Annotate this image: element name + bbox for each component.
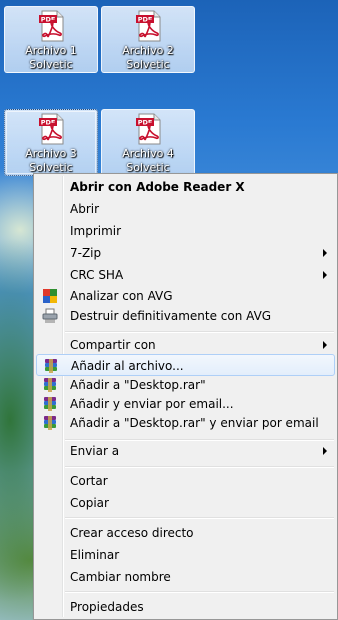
menu-item-label: Enviar a: [70, 444, 120, 458]
menu-item-label: Propiedades: [70, 600, 144, 614]
menu-item-label: Añadir al archivo...: [71, 359, 184, 373]
icon-label-line1: Archivo 3: [25, 147, 77, 160]
icon-label-line1: Archivo 1: [25, 44, 77, 57]
desktop-icon-archivo-4[interactable]: PDF Archivo 4 Solvetic: [101, 109, 195, 176]
avg-scan-icon: [42, 288, 58, 304]
menu-item-rename[interactable]: Cambiar nombre: [36, 566, 335, 588]
submenu-arrow-icon: [323, 249, 327, 257]
menu-item-label: Imprimir: [70, 224, 122, 238]
menu-item-open[interactable]: Abrir: [36, 198, 335, 220]
winrar-icon: [42, 396, 58, 412]
menu-item-delete[interactable]: Eliminar: [36, 544, 335, 566]
menu-item-label: Copiar: [70, 496, 109, 510]
pdf-file-icon: PDF: [36, 113, 68, 145]
icon-label-line1: Archivo 2: [122, 44, 174, 57]
menu-item-label: Añadir a "Desktop.rar" y enviar por emai…: [70, 416, 319, 430]
menu-separator: [65, 466, 334, 468]
submenu-arrow-icon: [323, 271, 327, 279]
submenu-arrow-icon: [323, 447, 327, 455]
menu-item-label: Crear acceso directo: [70, 526, 194, 540]
menu-item-properties[interactable]: Propiedades: [36, 596, 335, 618]
menu-separator: [65, 591, 334, 593]
menu-item-label: Cambiar nombre: [70, 570, 171, 584]
menu-item-label: Cortar: [70, 474, 108, 488]
menu-item-create-shortcut[interactable]: Crear acceso directo: [36, 522, 335, 544]
menu-item-7zip[interactable]: 7-Zip: [36, 242, 335, 264]
menu-item-label: Analizar con AVG: [70, 289, 173, 303]
desktop-icon-archivo-3[interactable]: PDF Archivo 3 Solvetic: [4, 109, 98, 176]
desktop-icon-archivo-2[interactable]: PDF Archivo 2 Solvetic: [101, 6, 195, 73]
menu-separator: [65, 331, 334, 333]
menu-item-label: Abrir con Adobe Reader X: [70, 180, 245, 194]
winrar-icon: [42, 415, 58, 431]
menu-item-label: Eliminar: [70, 548, 120, 562]
menu-item-shred-avg[interactable]: Destruir definitivamente con AVG: [36, 305, 335, 327]
menu-item-add-to-archive[interactable]: Añadir al archivo...: [36, 354, 335, 376]
menu-separator: [65, 517, 334, 519]
menu-item-scan-avg[interactable]: Analizar con AVG: [36, 285, 335, 307]
menu-item-print[interactable]: Imprimir: [36, 220, 335, 242]
menu-item-copy[interactable]: Copiar: [36, 492, 335, 514]
menu-item-share-with[interactable]: Compartir con: [36, 334, 335, 356]
icon-label-line1: Archivo 4: [122, 147, 174, 160]
menu-item-label: Compartir con: [70, 338, 156, 352]
desktop-icon-archivo-1[interactable]: PDF Archivo 1 Solvetic: [4, 6, 98, 73]
menu-item-open-with-reader[interactable]: Abrir con Adobe Reader X: [36, 176, 335, 198]
menu-item-label: Añadir a "Desktop.rar": [70, 378, 206, 392]
menu-item-label: Añadir y enviar por email...: [70, 397, 234, 411]
menu-item-label: 7-Zip: [70, 246, 102, 260]
menu-item-send-to[interactable]: Enviar a: [36, 440, 335, 462]
winrar-icon: [42, 377, 58, 393]
pdf-file-icon: PDF: [133, 10, 165, 42]
context-menu: Abrir con Adobe Reader X Abrir Imprimir …: [33, 173, 338, 620]
winrar-icon: [43, 358, 59, 374]
pdf-file-icon: PDF: [133, 113, 165, 145]
menu-item-crc-sha[interactable]: CRC SHA: [36, 264, 335, 286]
icon-label-line2: Solvetic: [29, 58, 73, 71]
menu-item-label: Abrir: [70, 202, 100, 216]
menu-item-label: CRC SHA: [70, 268, 124, 282]
menu-item-add-desktop-rar-email[interactable]: Añadir a "Desktop.rar" y enviar por emai…: [36, 412, 335, 434]
icon-label-line2: Solvetic: [126, 58, 170, 71]
submenu-arrow-icon: [323, 341, 327, 349]
menu-item-label: Destruir definitivamente con AVG: [70, 309, 272, 323]
menu-item-cut[interactable]: Cortar: [36, 470, 335, 492]
shredder-icon: [42, 308, 58, 324]
pdf-file-icon: PDF: [36, 10, 68, 42]
